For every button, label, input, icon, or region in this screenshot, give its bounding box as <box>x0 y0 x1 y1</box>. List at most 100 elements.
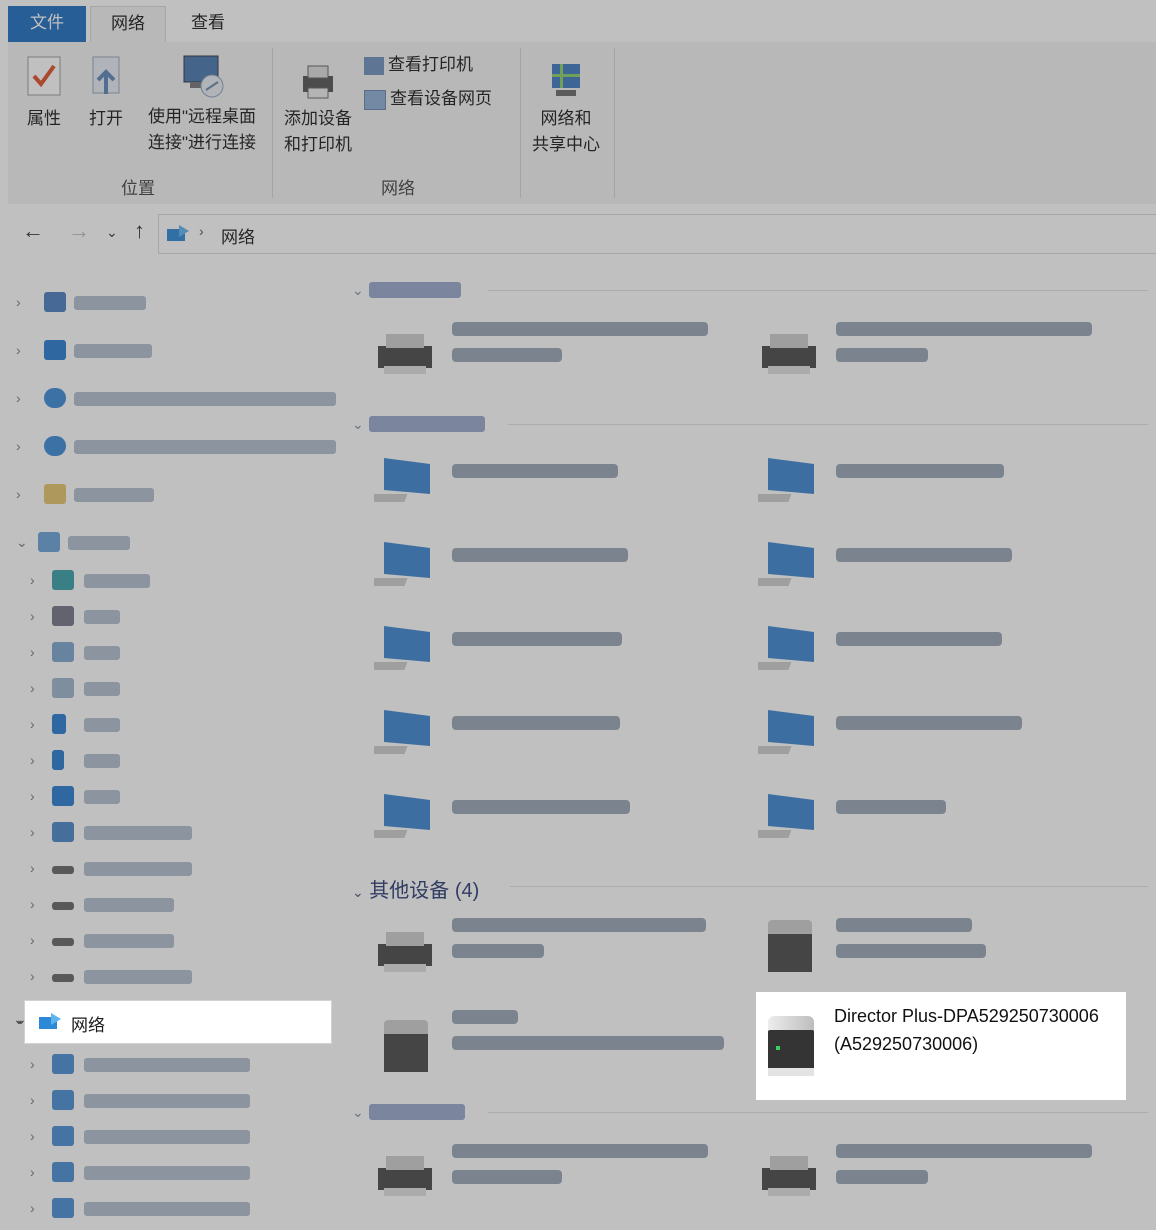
nav-item[interactable]: › <box>8 746 338 776</box>
other-devices-title: 其他设备 (4) <box>369 880 480 902</box>
tab-file[interactable]: 文件 <box>8 6 86 42</box>
printer-icon <box>378 932 432 972</box>
printer-icon <box>762 1156 816 1196</box>
printer-icon <box>378 334 432 374</box>
nav-item[interactable]: › <box>8 336 338 366</box>
tab-network[interactable]: 网络 <box>90 6 166 43</box>
view-device-webpage-label: 查看设备网页 <box>390 89 492 108</box>
nav-item[interactable]: › <box>8 926 338 956</box>
remote-desktop-label-1: 使用"远程桌面 <box>147 107 257 126</box>
ribbon: 属性 打开 使用"远程桌面 连接"进行连接 位置 添加设备 和打印机 查看打印机… <box>8 42 1156 205</box>
breadcrumb-network[interactable]: 网络 <box>221 223 255 248</box>
computer-icon <box>758 710 814 754</box>
remote-desktop-label-2: 连接"进行连接 <box>147 133 257 152</box>
computer-icon <box>758 542 814 586</box>
group-divider <box>488 1112 1148 1113</box>
up-icon[interactable]: ↑ <box>134 218 145 244</box>
nav-item[interactable]: › <box>8 1158 338 1188</box>
nav-item[interactable]: › <box>8 566 338 596</box>
nav-item[interactable]: › <box>8 890 338 920</box>
highlight-network-node[interactable]: ⌄ 网络 <box>13 1000 332 1044</box>
nav-item[interactable]: › <box>8 638 338 668</box>
group-header-printers[interactable]: ⌄ <box>352 278 462 301</box>
group-location-label: 位置 <box>121 179 155 198</box>
ribbon-separator <box>520 48 521 198</box>
add-printer-icon <box>303 65 333 99</box>
nav-item[interactable]: › <box>8 674 338 704</box>
group-divider <box>510 886 1148 887</box>
open-button[interactable]: 打开 <box>80 54 132 132</box>
tab-view[interactable]: 查看 <box>170 6 246 42</box>
chevron-down-icon: ⌄ <box>352 884 364 900</box>
add-devices-printers-button[interactable]: 添加设备 和打印机 <box>278 62 358 158</box>
remote-desktop-button[interactable]: 使用"远程桌面 连接"进行连接 <box>140 52 264 156</box>
nav-item[interactable]: › <box>8 288 338 318</box>
nav-item[interactable]: › <box>8 602 338 632</box>
add-devices-label-2: 和打印机 <box>284 135 352 154</box>
nav-item[interactable]: › <box>8 480 338 510</box>
nav-item[interactable]: › <box>8 1122 338 1152</box>
computer-icon <box>758 794 814 838</box>
group-header-computers[interactable]: ⌄ <box>352 412 486 435</box>
printer-icon <box>762 334 816 374</box>
forward-icon[interactable]: → <box>68 218 90 244</box>
back-icon[interactable]: ← <box>22 218 44 244</box>
nav-item[interactable]: › <box>8 710 338 740</box>
nav-item[interactable]: › <box>8 1050 338 1080</box>
view-printers-button[interactable]: 查看打印机 <box>364 52 494 78</box>
navigation-pane: › › › › › ⌄ › › › › › › › › › › › › ⌄ 网络… <box>8 262 338 1230</box>
breadcrumb-separator-icon: › <box>199 223 204 239</box>
nav-item[interactable]: › <box>8 432 338 462</box>
open-icon <box>92 56 120 94</box>
view-printers-label: 查看打印机 <box>388 55 473 74</box>
nav-item[interactable]: › <box>8 854 338 884</box>
properties-label: 属性 <box>27 109 61 128</box>
network-sharing-label-2: 共享中心 <box>532 135 600 154</box>
highlight-selected-device[interactable]: Director Plus-DPA529250730006 (A52925073… <box>756 992 1126 1100</box>
computer-icon <box>374 542 430 586</box>
add-devices-label-1: 添加设备 <box>284 109 352 128</box>
group-divider <box>488 290 1148 291</box>
computer-icon <box>374 710 430 754</box>
remote-desktop-icon <box>183 55 224 98</box>
view-device-webpage-button[interactable]: 查看设备网页 <box>364 86 514 112</box>
network-icon <box>39 1013 61 1029</box>
ribbon-tab-bar: 文件 网络 查看 <box>8 6 1156 43</box>
media-device-icon <box>768 920 812 972</box>
computer-icon <box>758 626 814 670</box>
network-sharing-icon <box>552 64 580 96</box>
ribbon-separator <box>614 48 615 198</box>
network-location-icon <box>167 225 189 241</box>
chevron-down-icon: ⌄ <box>13 1011 25 1027</box>
address-input[interactable]: › 网络 <box>158 214 1156 254</box>
ribbon-separator <box>272 48 273 198</box>
nav-network-label: 网络 <box>71 1016 105 1035</box>
director-plus-device-icon <box>768 1016 814 1076</box>
nav-item[interactable]: ⌄ <box>8 528 338 558</box>
device-webpage-icon <box>364 89 386 110</box>
open-label: 打开 <box>89 109 123 128</box>
group-header-scanners[interactable]: ⌄ <box>352 1100 466 1123</box>
computer-icon <box>374 458 430 502</box>
selected-device-name: Director Plus-DPA529250730006 <box>834 1006 1099 1026</box>
selected-device-id: (A529250730006) <box>834 1034 979 1054</box>
nav-item[interactable]: › <box>8 1086 338 1116</box>
computer-icon <box>374 794 430 838</box>
computer-icon <box>758 458 814 502</box>
address-bar: ← → ⌄ ↑ › 网络 <box>8 204 1156 260</box>
nav-item[interactable]: › <box>8 1194 338 1224</box>
network-sharing-label-1: 网络和 <box>540 109 592 128</box>
nav-item[interactable]: › <box>8 384 338 414</box>
group-header-other-devices[interactable]: ⌄ 其他设备 (4) <box>352 874 479 903</box>
nav-item[interactable]: › <box>8 818 338 848</box>
network-sharing-center-button[interactable]: 网络和 共享中心 <box>524 60 608 158</box>
properties-button[interactable]: 属性 <box>16 54 72 132</box>
printer-icon <box>378 1156 432 1196</box>
properties-icon <box>27 56 61 96</box>
group-divider <box>508 424 1148 425</box>
nav-item[interactable]: › <box>8 782 338 812</box>
computer-icon <box>374 626 430 670</box>
recent-locations-icon[interactable]: ⌄ <box>106 224 118 241</box>
nav-item[interactable]: › <box>8 962 338 992</box>
view-printers-icon <box>364 56 384 75</box>
